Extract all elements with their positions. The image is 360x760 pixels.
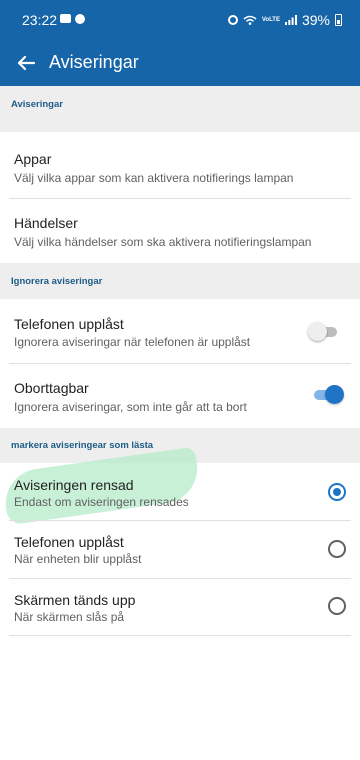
- messenger-icon: [75, 14, 85, 24]
- ignore-persistent-toggle[interactable]: [314, 385, 344, 404]
- section-label: markera aviseringear som lästa: [11, 440, 154, 451]
- settings-item-apps[interactable]: Appar Välj vilka appar som kan aktivera …: [0, 132, 360, 198]
- item-subtitle: När skärmen slås på: [14, 610, 125, 624]
- radio-option-unlocked[interactable]: Telefonen upplåst När enheten blir upplå…: [0, 521, 360, 578]
- settings-item-ignore-unlocked[interactable]: Telefonen upplåst Ignorera aviseringar n…: [0, 299, 360, 363]
- item-title: Appar: [14, 151, 52, 167]
- radio-button[interactable]: [328, 597, 346, 615]
- section-header-ignore: Ignorera aviseringar: [0, 263, 360, 299]
- item-title: Oborttagbar: [14, 380, 89, 396]
- ignore-unlocked-toggle[interactable]: [308, 322, 339, 341]
- notification-icons: [60, 14, 85, 24]
- lte-indicator: VoLTE: [261, 17, 280, 23]
- app-bar: Aviseringar: [0, 40, 360, 86]
- radio-button[interactable]: [328, 540, 346, 558]
- battery-percent: 39%: [301, 12, 330, 28]
- item-subtitle: Endast om aviseringen rensades: [14, 495, 189, 509]
- settings-item-ignore-persistent[interactable]: Oborttagbar Ignorera aviseringar, som in…: [0, 364, 360, 428]
- item-subtitle: Ignorera aviseringar när telefonen är up…: [14, 335, 251, 349]
- section-header-notifications: Aviseringar: [0, 86, 360, 132]
- item-title: Aviseringen rensad: [14, 477, 134, 493]
- message-icon: [60, 14, 71, 23]
- item-title: Skärmen tänds upp: [14, 592, 136, 608]
- item-title: Telefonen upplåst: [14, 534, 124, 550]
- toggle-knob: [325, 385, 344, 404]
- item-subtitle: Ignorera aviseringar, som inte går att t…: [14, 400, 247, 414]
- toggle-knob: [308, 322, 327, 341]
- status-bar: 23:22 VoLTE 39%: [0, 0, 360, 40]
- divider: [9, 635, 351, 636]
- page-title: Aviseringar: [49, 52, 139, 72]
- arrow-left-icon[interactable]: [14, 51, 38, 75]
- section-label: Ignorera aviseringar: [11, 276, 103, 287]
- radio-option-screen-on[interactable]: Skärmen tänds upp När skärmen slås på: [0, 579, 360, 635]
- settings-item-events[interactable]: Händelser Välj vilka händelser som ska a…: [0, 199, 360, 263]
- item-subtitle: När enheten blir upplåst: [14, 552, 142, 566]
- status-right-icons: VoLTE 39%: [227, 12, 342, 28]
- item-subtitle: Välj vilka appar som kan aktivera notifi…: [14, 171, 294, 185]
- section-label: Aviseringar: [11, 99, 63, 110]
- item-title: Telefonen upplåst: [14, 316, 124, 332]
- radio-option-cleared[interactable]: Aviseringen rensad Endast om aviseringen…: [0, 463, 360, 520]
- status-time: 23:22: [22, 12, 58, 28]
- item-subtitle: Välj vilka händelser som ska aktivera no…: [14, 235, 312, 249]
- radio-button-checked[interactable]: [328, 483, 346, 501]
- signal-icon: [284, 15, 297, 25]
- item-title: Händelser: [14, 215, 78, 231]
- wifi-icon: [243, 15, 257, 25]
- alarm-icon: [227, 15, 238, 25]
- battery-icon: [335, 14, 342, 26]
